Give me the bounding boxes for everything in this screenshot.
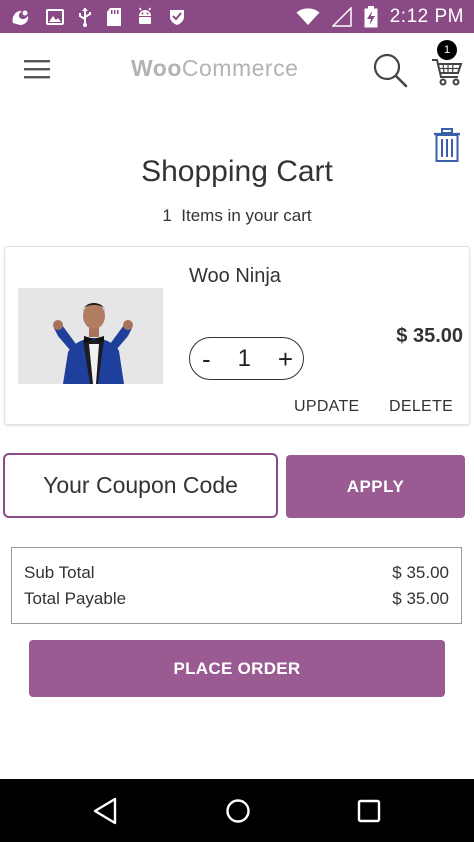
total-payable-label: Total Payable xyxy=(24,589,127,608)
quantity-decrease-button[interactable]: - xyxy=(202,346,211,372)
android-icon xyxy=(138,7,152,24)
sub-total-value: $ 35.00 xyxy=(392,563,449,582)
items-count-number: 1 xyxy=(162,206,172,225)
product-price: $ 35.00 xyxy=(396,325,463,347)
shield-check-icon xyxy=(170,9,184,25)
woocommerce-logo: WooCommerce xyxy=(131,55,321,85)
recents-icon[interactable] xyxy=(357,799,381,823)
product-name[interactable]: Woo Ninja xyxy=(189,265,281,288)
place-order-button[interactable]: PLACE ORDER xyxy=(29,640,445,697)
status-bar: 2:12 PM xyxy=(0,0,474,33)
cart-icon[interactable] xyxy=(431,57,463,87)
home-icon[interactable] xyxy=(225,798,251,824)
sub-total-label: Sub Total xyxy=(24,563,95,582)
apply-coupon-button[interactable]: APPLY xyxy=(286,455,465,518)
menu-icon[interactable] xyxy=(24,59,50,79)
image-icon xyxy=(46,8,64,25)
sd-card-icon xyxy=(107,7,121,26)
quantity-increase-button[interactable]: + xyxy=(278,346,293,372)
search-icon[interactable] xyxy=(372,52,408,88)
total-payable-row: Total Payable $ 35.00 xyxy=(24,589,449,609)
logo-bold-text: Woo xyxy=(131,55,182,81)
signal-icon xyxy=(331,6,352,27)
back-icon[interactable] xyxy=(92,797,118,825)
coupon-code-input[interactable] xyxy=(3,453,278,518)
logo-light-text: Commerce xyxy=(181,55,299,81)
status-system: 2:12 PM xyxy=(296,5,464,28)
order-totals: Sub Total $ 35.00 Total Payable $ 35.00 xyxy=(11,547,462,624)
sub-total-row: Sub Total $ 35.00 xyxy=(24,563,449,583)
wifi-icon xyxy=(296,7,320,25)
total-payable-value: $ 35.00 xyxy=(392,589,449,608)
app-header: WooCommerce 1 xyxy=(0,33,474,105)
usb-icon xyxy=(79,7,91,27)
items-count: 1 Items in your cart xyxy=(0,206,474,226)
update-button[interactable]: UPDATE xyxy=(294,398,360,416)
items-count-label: Items in your cart xyxy=(181,206,312,225)
android-nav-bar xyxy=(0,779,474,842)
quantity-stepper: - 1 + xyxy=(189,337,304,380)
page-title: Shopping Cart xyxy=(141,155,333,188)
cart-count-badge: 1 xyxy=(437,40,457,60)
product-image[interactable] xyxy=(18,288,163,384)
status-notifications xyxy=(10,7,186,27)
quantity-value: 1 xyxy=(237,344,251,372)
battery-charging-icon xyxy=(364,5,378,27)
product-photo-illustration xyxy=(18,288,163,384)
status-time: 2:12 PM xyxy=(389,5,464,27)
delete-button[interactable]: DELETE xyxy=(389,398,453,416)
cart-item-card: Woo Ninja - 1 + $ 35.00 UPDATE DELETE xyxy=(4,246,470,425)
uc-browser-icon xyxy=(12,10,29,25)
